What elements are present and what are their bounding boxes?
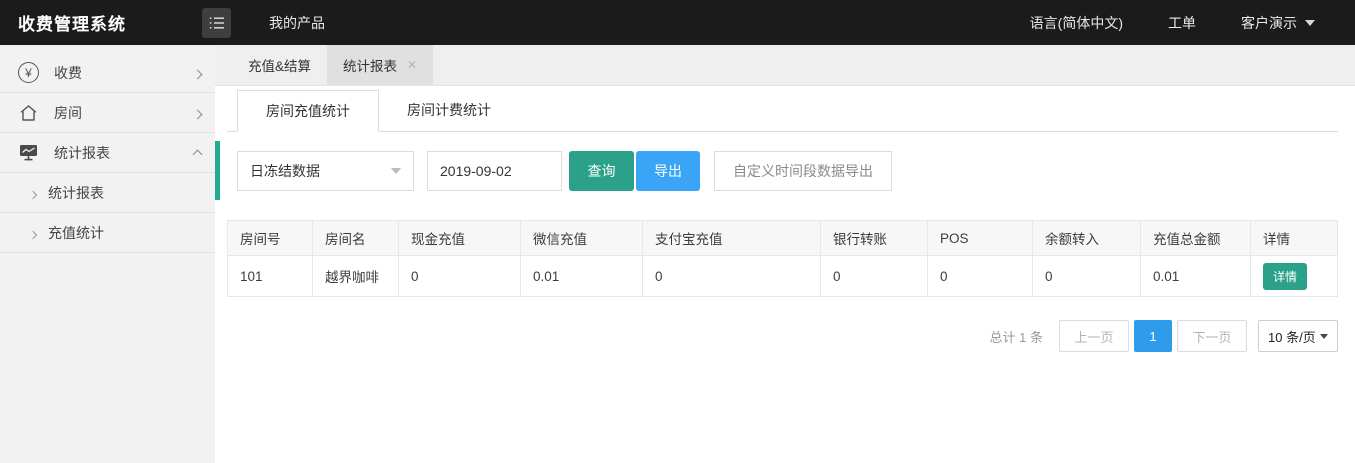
page-size-value: 10 条/页	[1268, 327, 1316, 346]
cell-bank: 0	[821, 256, 928, 297]
cell-wechat: 0.01	[521, 256, 643, 297]
cell-alipay: 0	[643, 256, 821, 297]
home-icon	[18, 104, 39, 122]
table-header-row: 房间号 房间名 现金充值 微信充值 支付宝充值 银行转账 POS 余额转入 充值…	[228, 221, 1338, 256]
chevron-right-icon	[194, 65, 201, 81]
sidebar-toggle-button[interactable]	[202, 8, 231, 38]
workspace-tabstrip: 充值&结算 统计报表 ✕	[215, 45, 1355, 86]
hamburger-list-icon	[206, 16, 227, 30]
export-button[interactable]: 导出	[636, 151, 700, 191]
sidebar: ¥ 收费 房间 统计报表 统计报表 充值统计	[0, 45, 215, 463]
yen-circle-icon: ¥	[18, 62, 39, 83]
custom-range-export-button[interactable]: 自定义时间段数据导出	[714, 151, 892, 191]
query-button[interactable]: 查询	[569, 151, 634, 191]
pagination-bar: 总计 1 条 上一页 1 下一页 10 条/页	[227, 320, 1338, 352]
filter-toolbar: 日冻结数据 2019-09-02 查询 导出 自定义时间段数据导出	[215, 141, 1338, 200]
prev-page-button[interactable]: 上一页	[1059, 320, 1129, 352]
chevron-right-icon	[30, 185, 36, 201]
recharge-statistics-table: 房间号 房间名 现金充值 微信充值 支付宝充值 银行转账 POS 余额转入 充值…	[227, 220, 1338, 297]
workspace-tab-recharge-settlement[interactable]: 充值&结算	[232, 45, 327, 85]
sidebar-subitem-recharge-statistics[interactable]: 充值统计	[0, 213, 215, 253]
pagination-total: 总计 1 条	[990, 327, 1043, 346]
report-subtabs: 房间充值统计 房间计费统计	[227, 90, 1338, 132]
data-type-select[interactable]: 日冻结数据	[237, 151, 414, 191]
language-menu[interactable]: 语言(简体中文)	[1030, 13, 1123, 33]
page-size-select[interactable]: 10 条/页	[1258, 320, 1338, 352]
column-header: 房间名	[313, 221, 399, 256]
chart-board-icon	[18, 144, 39, 161]
sidebar-subitem-statistics-report[interactable]: 统计报表	[0, 173, 215, 213]
sidebar-subitem-label: 统计报表	[48, 183, 104, 203]
sidebar-item-label: 房间	[54, 103, 82, 123]
cell-detail: 详情	[1251, 256, 1338, 297]
next-page-button[interactable]: 下一页	[1177, 320, 1247, 352]
chevron-right-icon	[194, 105, 201, 121]
chevron-up-icon	[194, 145, 201, 161]
column-header: 现金充值	[399, 221, 521, 256]
column-header: 银行转账	[821, 221, 928, 256]
sidebar-item-rooms[interactable]: 房间	[0, 93, 215, 133]
sidebar-item-statistics[interactable]: 统计报表	[0, 133, 215, 173]
app-title: 收费管理系统	[18, 10, 126, 35]
content-panel: 房间充值统计 房间计费统计 日冻结数据 2019-09-02 查询 导出 自定义…	[215, 90, 1355, 352]
cell-pos: 0	[928, 256, 1033, 297]
work-order-menu[interactable]: 工单	[1168, 13, 1196, 33]
column-header: 微信充值	[521, 221, 643, 256]
account-menu[interactable]: 客户演示	[1241, 13, 1315, 33]
my-products-menu[interactable]: 我的产品	[269, 13, 325, 33]
chevron-right-icon	[30, 225, 36, 241]
column-header: 余额转入	[1033, 221, 1141, 256]
data-type-select-value: 日冻结数据	[250, 161, 320, 181]
sidebar-subitem-label: 充值统计	[48, 223, 104, 243]
topbar-right-group: 语言(简体中文) 工单 客户演示	[1030, 13, 1355, 33]
workspace-tab-label: 充值&结算	[248, 55, 311, 75]
account-menu-label: 客户演示	[1241, 13, 1297, 33]
column-header: 支付宝充值	[643, 221, 821, 256]
cell-balance-in: 0	[1033, 256, 1141, 297]
detail-button[interactable]: 详情	[1263, 263, 1307, 290]
sidebar-item-label: 统计报表	[54, 143, 110, 163]
date-input[interactable]: 2019-09-02	[427, 151, 562, 191]
caret-down-icon	[1320, 334, 1328, 339]
column-header: 房间号	[228, 221, 313, 256]
sidebar-item-label: 收费	[54, 63, 82, 83]
caret-down-icon	[1305, 20, 1315, 26]
column-header: 充值总金额	[1141, 221, 1251, 256]
tab-room-billing-statistics[interactable]: 房间计费统计	[379, 90, 519, 131]
cell-room-no: 101	[228, 256, 313, 297]
workspace-tab-statistics-report[interactable]: 统计报表 ✕	[327, 45, 433, 85]
top-header-bar: 收费管理系统 我的产品 语言(简体中文) 工单 客户演示	[0, 0, 1355, 45]
cell-room-name: 越界咖啡	[313, 256, 399, 297]
sidebar-item-charging[interactable]: ¥ 收费	[0, 53, 215, 93]
column-header: POS	[928, 221, 1033, 256]
table-row: 101 越界咖啡 0 0.01 0 0 0 0 0.01 详情	[228, 256, 1338, 297]
current-page-button[interactable]: 1	[1134, 320, 1172, 352]
cell-cash: 0	[399, 256, 521, 297]
main-area: 充值&结算 统计报表 ✕ 房间充值统计 房间计费统计 日冻结数据 2019-09…	[215, 45, 1355, 463]
workspace-tab-label: 统计报表	[343, 55, 397, 75]
tab-room-recharge-statistics[interactable]: 房间充值统计	[237, 90, 379, 132]
cell-total: 0.01	[1141, 256, 1251, 297]
column-header: 详情	[1251, 221, 1338, 256]
caret-down-icon	[391, 168, 401, 174]
close-tab-icon[interactable]: ✕	[407, 58, 417, 72]
